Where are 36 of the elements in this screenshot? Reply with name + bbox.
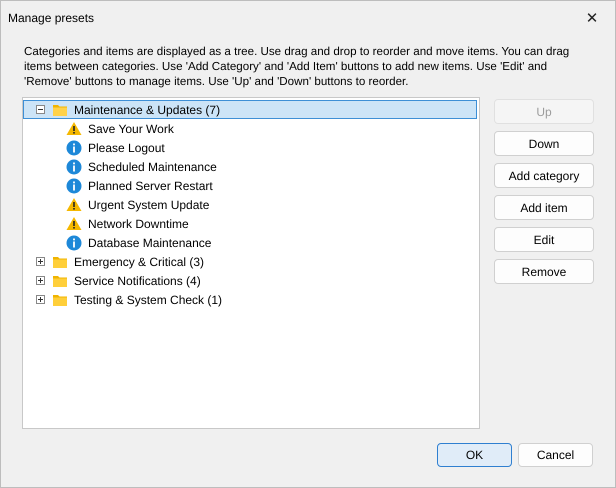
tree-item[interactable]: Database Maintenance <box>88 236 212 250</box>
tree-item[interactable]: Network Downtime <box>88 216 189 230</box>
side-button[interactable]: Down <box>494 131 594 156</box>
side-button[interactable]: Edit <box>494 227 594 252</box>
tree-category[interactable]: Testing & System Check (1) <box>23 290 477 309</box>
expand-icon[interactable] <box>36 257 45 266</box>
folder-icon <box>52 274 68 288</box>
warning-icon <box>66 197 82 212</box>
cancel-button[interactable]: Cancel <box>518 443 593 467</box>
window-title: Manage presets <box>8 10 94 24</box>
folder-icon <box>52 292 68 306</box>
tree-category[interactable]: Emergency & Critical (3) <box>23 252 477 271</box>
tree-category[interactable]: Service Notifications (4) <box>23 271 477 290</box>
info-icon <box>66 234 82 250</box>
side-button[interactable]: Remove <box>494 259 594 284</box>
side-button[interactable]: Add category <box>494 163 594 188</box>
description-text: Categories and items are displayed as a tree. Use drag and drop to reorder and move items. You can drag items between categories. Use 'Add Category' and 'Add Item' buttons to add new items. Use 'Edit' and 'Remove' buttons to manage items. Use 'Up' and 'Down' buttons to reorder. <box>24 44 570 89</box>
expand-icon[interactable] <box>36 295 45 304</box>
warning-icon <box>66 121 82 136</box>
tree-item[interactable]: Scheduled Maintenance <box>88 160 217 174</box>
collapse-icon[interactable] <box>36 105 45 114</box>
side-button[interactable]: Add item <box>494 195 594 220</box>
ok-button[interactable]: OK <box>437 443 512 467</box>
close-button[interactable]: ✕ <box>569 1 615 34</box>
warning-icon <box>66 216 82 231</box>
tree-item[interactable]: Save Your Work <box>88 122 174 136</box>
tree-item[interactable]: Please Logout <box>88 140 165 154</box>
tree-item[interactable]: Urgent System Update <box>88 198 210 212</box>
tree-item[interactable]: Planned Server Restart <box>88 178 213 192</box>
expand-icon[interactable] <box>36 276 45 285</box>
info-icon <box>66 158 82 174</box>
info-icon <box>66 140 82 156</box>
folder-icon <box>52 102 68 116</box>
folder-icon <box>52 254 68 268</box>
info-icon <box>66 178 82 194</box>
tree-category[interactable]: Maintenance & Updates (7) <box>23 100 477 119</box>
